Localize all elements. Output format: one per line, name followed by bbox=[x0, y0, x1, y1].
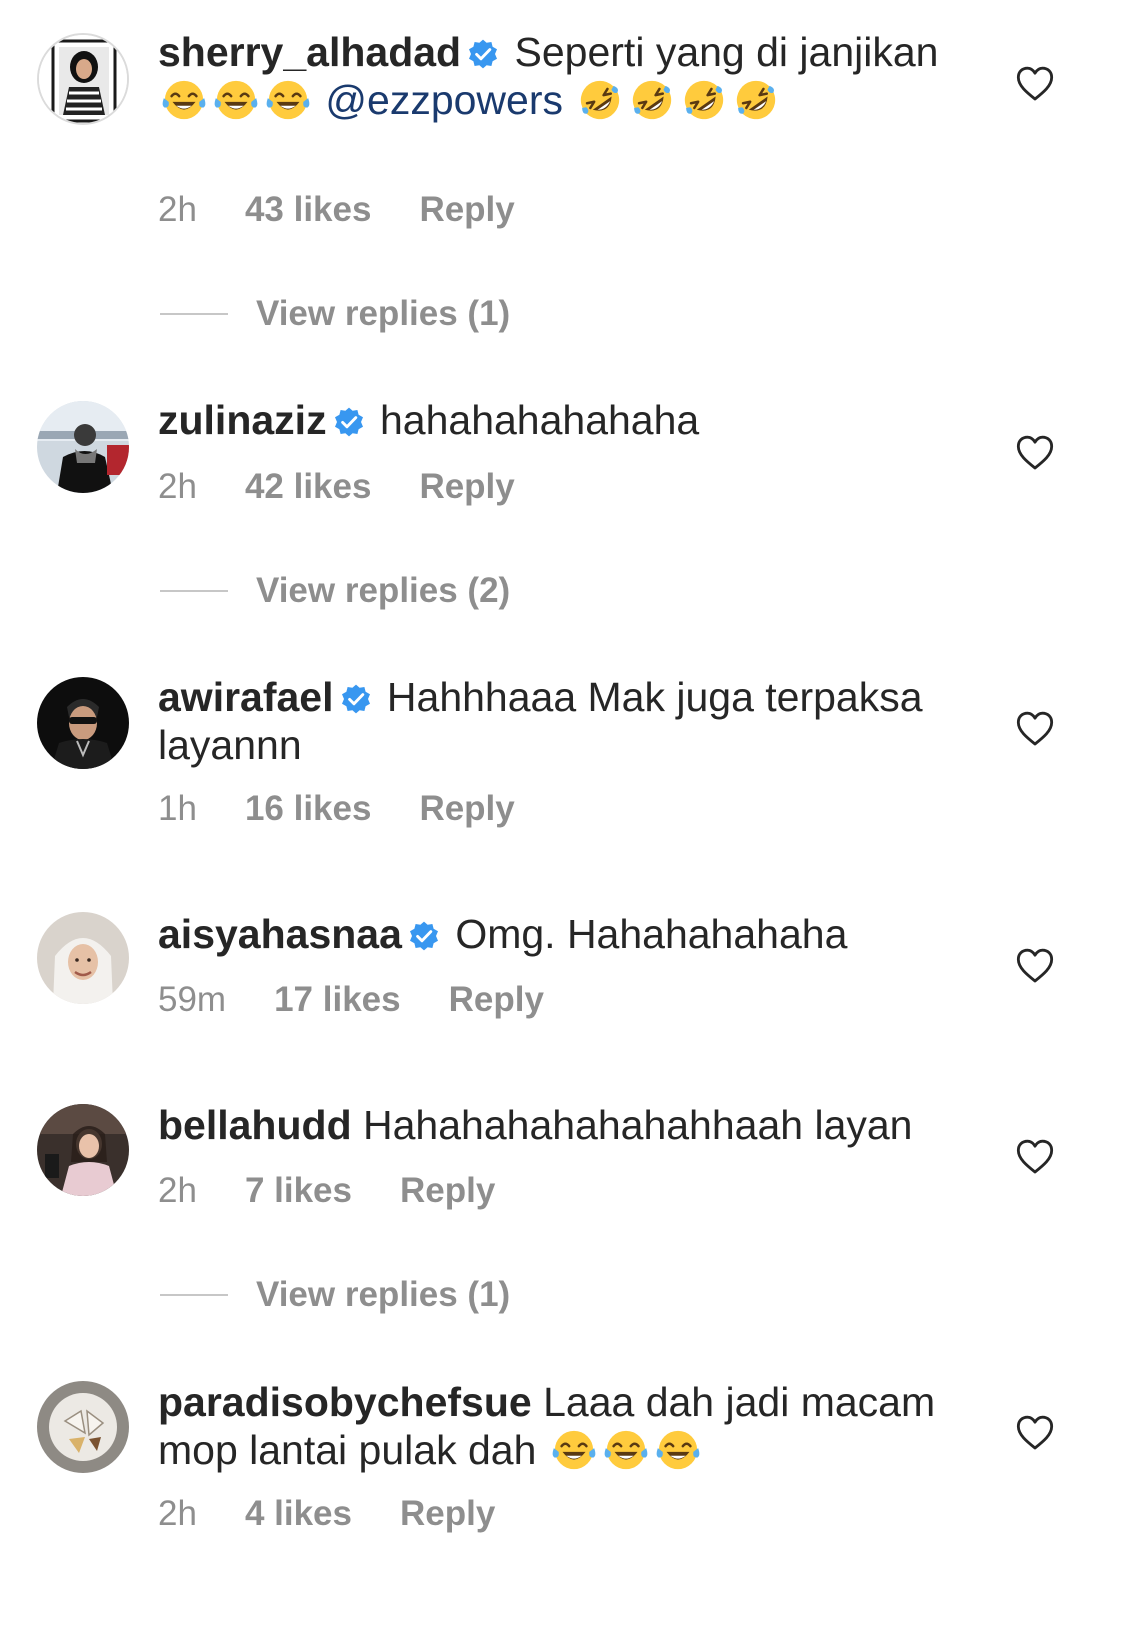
avatar[interactable] bbox=[37, 33, 129, 125]
rolling-laughing-emoji-icon bbox=[577, 77, 623, 123]
avatar[interactable] bbox=[37, 912, 129, 1004]
tears-of-joy-emoji-icon bbox=[265, 77, 311, 123]
likes-count[interactable]: 43 likes bbox=[245, 190, 372, 229]
comment-text: Omg. Hahahahahaha bbox=[455, 911, 848, 957]
view-replies-button[interactable]: View replies (2) bbox=[160, 571, 510, 611]
tears-of-joy-emoji-icon bbox=[161, 77, 207, 123]
reply-button[interactable]: Reply bbox=[449, 980, 544, 1019]
avatar[interactable] bbox=[37, 401, 129, 493]
avatar-image bbox=[37, 677, 129, 769]
like-heart-icon[interactable] bbox=[1015, 709, 1055, 749]
comment-time: 2h bbox=[158, 467, 197, 506]
username[interactable]: bellahudd bbox=[158, 1102, 352, 1148]
username[interactable]: sherry_alhadad bbox=[158, 29, 461, 75]
tears-of-joy-emoji-icon bbox=[213, 77, 259, 123]
likes-count[interactable]: 7 likes bbox=[245, 1171, 352, 1210]
view-replies-label: View replies (1) bbox=[256, 294, 511, 333]
comment-meta: 1h 16 likes Reply bbox=[158, 789, 515, 829]
divider-line bbox=[160, 313, 228, 315]
view-replies-button[interactable]: View replies (1) bbox=[160, 1275, 510, 1315]
comment-body: zulinaziz hahahahahahaha bbox=[158, 396, 978, 444]
like-heart-icon[interactable] bbox=[1015, 433, 1055, 473]
comment-body: awirafael Hahhhaaa Mak juga terpaksa lay… bbox=[158, 673, 978, 769]
likes-count[interactable]: 16 likes bbox=[245, 789, 372, 828]
comment-meta: 2h 42 likes Reply bbox=[158, 467, 515, 507]
like-heart-icon[interactable] bbox=[1015, 64, 1055, 104]
comment-body: bellahudd Hahahahahahahahhaah layan bbox=[158, 1101, 978, 1149]
avatar-image bbox=[39, 35, 127, 123]
tears-of-joy-emoji-icon bbox=[551, 1427, 597, 1473]
comment-text: Seperti yang di janjikan bbox=[514, 29, 939, 75]
divider-line bbox=[160, 1294, 228, 1296]
comment-meta: 59m 17 likes Reply bbox=[158, 980, 544, 1020]
reply-button[interactable]: Reply bbox=[400, 1171, 495, 1210]
reply-button[interactable]: Reply bbox=[419, 467, 514, 506]
avatar-image bbox=[37, 1104, 129, 1196]
verified-badge-icon bbox=[408, 920, 440, 952]
rolling-laughing-emoji-icon bbox=[733, 77, 779, 123]
view-replies-label: View replies (2) bbox=[256, 571, 511, 610]
comment-body: aisyahasnaa Omg. Hahahahahaha bbox=[158, 910, 978, 958]
tears-of-joy-emoji-icon bbox=[655, 1427, 701, 1473]
comment-time: 2h bbox=[158, 1171, 197, 1210]
comment-text: Hahahahahahahahhaah layan bbox=[363, 1102, 913, 1148]
avatar-image bbox=[37, 401, 129, 493]
likes-count[interactable]: 17 likes bbox=[274, 980, 401, 1019]
avatar-image bbox=[37, 1381, 129, 1473]
rolling-laughing-emoji-icon bbox=[681, 77, 727, 123]
like-heart-icon[interactable] bbox=[1015, 1137, 1055, 1177]
comment-text: hahahahahahaha bbox=[379, 397, 700, 443]
comment-meta: 2h 43 likes Reply bbox=[158, 190, 515, 230]
verified-badge-icon bbox=[467, 38, 499, 70]
view-replies-button[interactable]: View replies (1) bbox=[160, 294, 510, 334]
likes-count[interactable]: 4 likes bbox=[245, 1494, 352, 1533]
avatar[interactable] bbox=[37, 1104, 129, 1196]
reply-button[interactable]: Reply bbox=[400, 1494, 495, 1533]
comment-time: 2h bbox=[158, 190, 197, 229]
verified-badge-icon bbox=[340, 683, 372, 715]
reply-button[interactable]: Reply bbox=[419, 789, 514, 828]
like-heart-icon[interactable] bbox=[1015, 946, 1055, 986]
tears-of-joy-emoji-icon bbox=[603, 1427, 649, 1473]
username[interactable]: aisyahasnaa bbox=[158, 911, 402, 957]
divider-line bbox=[160, 590, 228, 592]
comment-time: 59m bbox=[158, 980, 227, 1019]
comment-meta: 2h 7 likes Reply bbox=[158, 1171, 495, 1211]
likes-count[interactable]: 42 likes bbox=[245, 467, 372, 506]
rolling-laughing-emoji-icon bbox=[629, 77, 675, 123]
mention-link[interactable]: @ezzpowers bbox=[325, 77, 563, 123]
avatar-image bbox=[37, 912, 129, 1004]
reply-button[interactable]: Reply bbox=[419, 190, 514, 229]
avatar[interactable] bbox=[37, 1381, 129, 1473]
avatar[interactable] bbox=[37, 677, 129, 769]
comment-time: 1h bbox=[158, 789, 197, 828]
username[interactable]: paradisobychefsue bbox=[158, 1379, 532, 1425]
comment-time: 2h bbox=[158, 1494, 197, 1533]
like-heart-icon[interactable] bbox=[1015, 1413, 1055, 1453]
comment-body: paradisobychefsue Laaa dah jadi macam mo… bbox=[158, 1378, 978, 1474]
comment-meta: 2h 4 likes Reply bbox=[158, 1494, 495, 1534]
verified-badge-icon bbox=[333, 406, 365, 438]
comment-body: sherry_alhadad Seperti yang di janjikan … bbox=[158, 28, 978, 124]
username[interactable]: zulinaziz bbox=[158, 397, 327, 443]
username[interactable]: awirafael bbox=[158, 674, 334, 720]
view-replies-label: View replies (1) bbox=[256, 1275, 511, 1314]
